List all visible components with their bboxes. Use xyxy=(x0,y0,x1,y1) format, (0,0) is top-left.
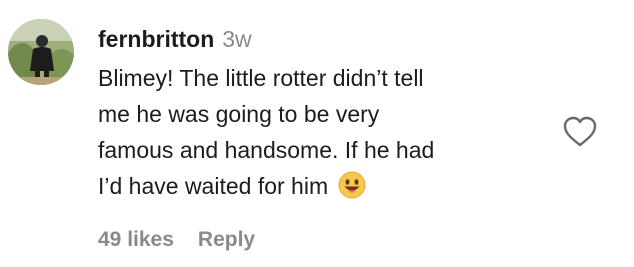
likes-count[interactable]: 49 likes xyxy=(98,226,174,254)
comment-line: me he was going to be very xyxy=(98,101,380,127)
comment: fernbritton 3w Blimey! The little rotter… xyxy=(0,0,634,267)
comment-body: fernbritton 3w Blimey! The little rotter… xyxy=(98,24,568,209)
comment-header: fernbritton 3w xyxy=(98,24,568,54)
grinning-face-with-tongue-icon xyxy=(338,171,366,209)
avatar-photo xyxy=(8,19,74,85)
heart-icon[interactable] xyxy=(563,116,597,148)
comment-actions: 49 likes Reply xyxy=(98,226,255,254)
comment-text: Blimey! The little rotter didn’t tell me… xyxy=(98,60,568,209)
comment-age: 3w xyxy=(222,26,252,52)
comment-line: famous and handsome. If he had xyxy=(98,137,435,163)
reply-button[interactable]: Reply xyxy=(198,226,255,254)
avatar[interactable] xyxy=(8,19,74,85)
username[interactable]: fernbritton xyxy=(98,24,214,54)
comment-line: Blimey! The little rotter didn’t tell xyxy=(98,65,424,91)
comment-line: I’d have waited for him xyxy=(98,173,329,199)
